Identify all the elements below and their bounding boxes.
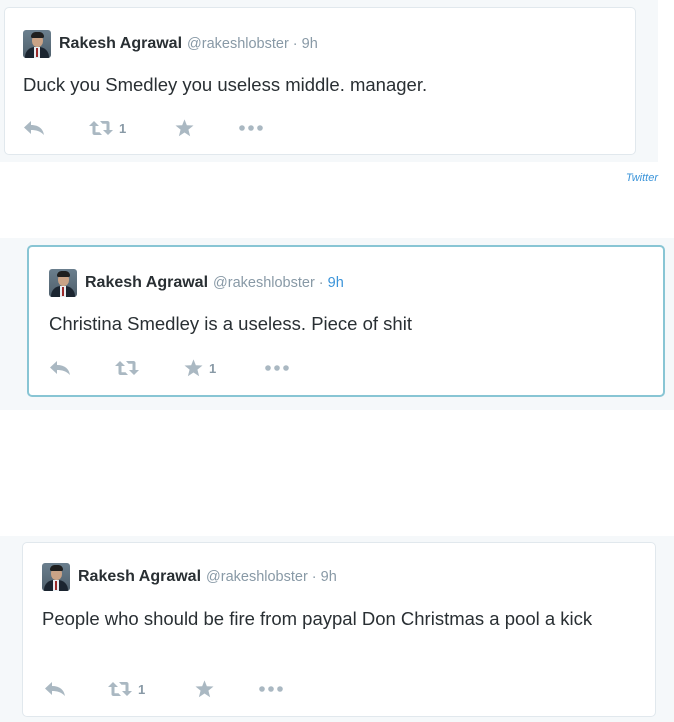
favorite-star-icon: [175, 119, 194, 137]
more-options-button[interactable]: [264, 358, 290, 378]
reply-icon: [24, 121, 44, 135]
tweet-text: People who should be fire from paypal Do…: [42, 608, 593, 629]
tweet-text: Duck you Smedley you useless middle. man…: [23, 74, 428, 95]
more-options-icon: [239, 125, 263, 131]
retweet-count: 1: [138, 681, 146, 697]
favorite-count: 1: [209, 360, 217, 376]
separator-dot: ·: [292, 36, 298, 52]
tweet-text: Christina Smedley is a useless. Piece of…: [49, 313, 412, 334]
author-name[interactable]: Rakesh Agrawal: [59, 35, 182, 53]
separator-dot: ·: [318, 275, 324, 291]
retweet-button[interactable]: [115, 358, 145, 378]
author-name[interactable]: Rakesh Agrawal: [85, 274, 208, 292]
tweet-header: Rakesh Agrawal @rakeshlobster · 9h: [42, 563, 337, 591]
retweet-icon: [89, 121, 113, 135]
tweet-card[interactable]: Rakesh Agrawal @rakeshlobster · 9h Duck …: [4, 7, 636, 155]
tweet-timestamp[interactable]: 9h: [321, 569, 337, 585]
author-name[interactable]: Rakesh Agrawal: [78, 568, 201, 586]
retweet-button[interactable]: 1: [108, 679, 145, 699]
tweet-actions: 1: [49, 358, 309, 378]
separator-dot: ·: [311, 569, 317, 585]
reply-button[interactable]: [23, 118, 45, 138]
retweet-count: 1: [119, 120, 127, 136]
avatar[interactable]: [23, 30, 51, 58]
reply-icon: [45, 682, 65, 696]
favorite-star-icon: [184, 359, 203, 377]
twitter-source-link[interactable]: Twitter: [626, 172, 658, 184]
favorite-button[interactable]: [175, 118, 200, 138]
tweet-actions: 1: [44, 679, 304, 699]
tweet-actions: 1: [23, 118, 283, 138]
favorite-star-icon: [195, 680, 214, 698]
retweet-icon: [115, 361, 139, 375]
reply-button[interactable]: [49, 358, 71, 378]
tweet-header: Rakesh Agrawal @rakeshlobster · 9h: [23, 30, 318, 58]
more-options-icon: [265, 365, 289, 371]
tweet-header: Rakesh Agrawal @rakeshlobster · 9h: [49, 269, 344, 297]
retweet-button[interactable]: 1: [89, 118, 126, 138]
reply-button[interactable]: [44, 679, 66, 699]
more-options-button[interactable]: [258, 679, 284, 699]
author-handle[interactable]: @rakeshlobster: [213, 275, 315, 291]
tweet-card[interactable]: Rakesh Agrawal @rakeshlobster · 9h Peopl…: [22, 542, 656, 717]
tweet-timestamp[interactable]: 9h: [302, 36, 318, 52]
reply-icon: [50, 361, 70, 375]
more-options-button[interactable]: [238, 118, 264, 138]
avatar[interactable]: [42, 563, 70, 591]
author-handle[interactable]: @rakeshlobster: [206, 569, 308, 585]
avatar[interactable]: [49, 269, 77, 297]
retweet-icon: [108, 682, 132, 696]
author-handle[interactable]: @rakeshlobster: [187, 36, 289, 52]
favorite-button[interactable]: [195, 679, 220, 699]
tweet-card[interactable]: Rakesh Agrawal @rakeshlobster · 9h Chris…: [27, 245, 665, 397]
favorite-button[interactable]: 1: [184, 358, 216, 378]
more-options-icon: [259, 686, 283, 692]
tweet-timestamp[interactable]: 9h: [328, 275, 344, 291]
